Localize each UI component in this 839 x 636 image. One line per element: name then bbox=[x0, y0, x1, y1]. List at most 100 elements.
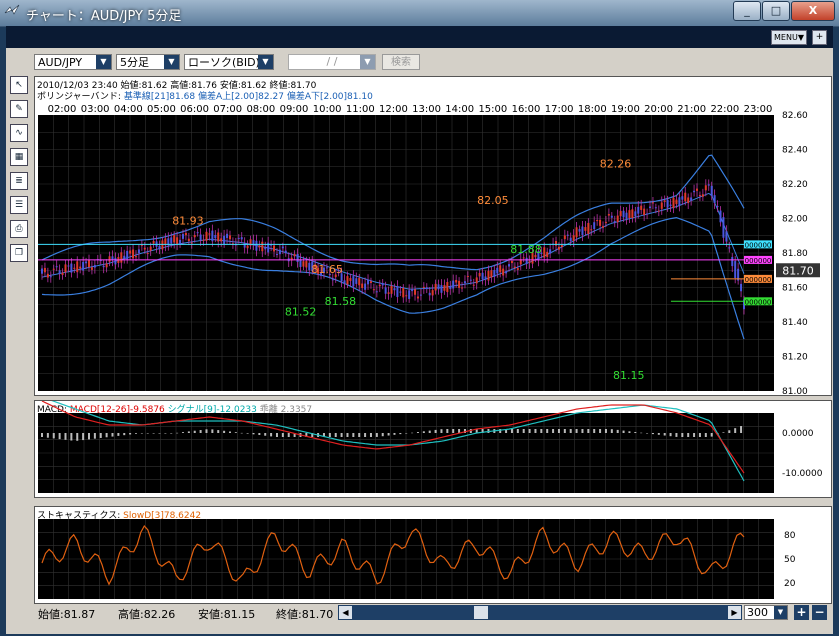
candle bbox=[85, 261, 88, 264]
scroll-thumb[interactable] bbox=[474, 606, 488, 619]
minimize-button[interactable]: _ bbox=[733, 1, 761, 21]
candle bbox=[437, 284, 440, 290]
expand-button[interactable]: + bbox=[812, 30, 827, 45]
candle bbox=[640, 205, 643, 210]
cursor-tool-icon[interactable]: ↖ bbox=[10, 76, 28, 94]
macd-histogram-bar bbox=[199, 430, 202, 433]
candle bbox=[525, 257, 528, 264]
candle bbox=[146, 253, 149, 255]
candle bbox=[563, 235, 566, 240]
macd-histogram-bar bbox=[375, 433, 378, 437]
candle bbox=[361, 283, 364, 288]
y-tick-label: 81.20 bbox=[782, 353, 808, 363]
candle bbox=[669, 204, 672, 206]
candle bbox=[193, 235, 196, 238]
candle bbox=[584, 227, 587, 231]
calendar-icon[interactable]: ▦ bbox=[10, 148, 28, 166]
y-tick-label: 82.00 bbox=[782, 215, 808, 225]
candle bbox=[123, 255, 126, 259]
list-icon[interactable]: ≣ bbox=[10, 172, 28, 190]
x-tick-label: 23:00 bbox=[744, 104, 773, 115]
macd-histogram-bar bbox=[428, 430, 431, 433]
chevron-down-icon: ▼ bbox=[360, 55, 375, 69]
macd-histogram-bar bbox=[604, 429, 607, 433]
line-tag-label: 000000 bbox=[745, 276, 772, 284]
y-tick-label: 82.20 bbox=[782, 180, 808, 190]
candle bbox=[369, 281, 372, 283]
macd-histogram-bar bbox=[657, 433, 660, 435]
y-tick-label: -10.0000 bbox=[782, 469, 823, 479]
candle bbox=[132, 249, 135, 259]
candle bbox=[82, 261, 85, 271]
macd-histogram-bar bbox=[663, 433, 666, 436]
candle bbox=[331, 279, 334, 281]
date-input[interactable]: / / ▼ bbox=[288, 54, 376, 70]
zoom-out-button[interactable]: − bbox=[812, 605, 827, 620]
maximize-button[interactable]: □ bbox=[762, 1, 790, 21]
chart-scrollbar[interactable]: ◀ ▶ bbox=[338, 605, 742, 620]
x-tick-label: 10:00 bbox=[313, 104, 342, 115]
candle bbox=[137, 249, 140, 254]
current-price-label: 81.70 bbox=[782, 264, 814, 277]
fibonacci-icon[interactable]: ∿ bbox=[10, 124, 28, 142]
timeframe-select[interactable]: 5分足 ▼ bbox=[116, 54, 180, 70]
low-value: 安値:81.15 bbox=[198, 608, 256, 621]
candle bbox=[416, 296, 419, 299]
scroll-left-icon[interactable]: ◀ bbox=[339, 606, 352, 619]
macd-histogram-bar bbox=[452, 429, 455, 433]
candle bbox=[308, 262, 311, 271]
x-tick-label: 16:00 bbox=[512, 104, 541, 115]
macd-histogram-bar bbox=[710, 433, 713, 437]
chart-type-select[interactable]: ローソク(BID) ▼ bbox=[184, 54, 274, 70]
candle bbox=[546, 251, 549, 257]
pencil-icon[interactable]: ✎ bbox=[10, 100, 28, 118]
line-tag-label: 000000 bbox=[745, 298, 772, 306]
candle bbox=[396, 286, 399, 298]
macd-histogram-bar bbox=[217, 430, 220, 433]
macd-chart[interactable]: 0.0000 -10.0000 bbox=[35, 401, 831, 497]
candle bbox=[43, 267, 46, 273]
candle bbox=[455, 279, 458, 283]
timeframe-value: 5分足 bbox=[120, 56, 149, 69]
candle bbox=[284, 250, 287, 254]
symbol-value: AUD/JPY bbox=[38, 56, 83, 69]
candle bbox=[387, 292, 390, 294]
notes-icon[interactable]: ☰ bbox=[10, 196, 28, 214]
candle bbox=[158, 245, 161, 249]
candle bbox=[557, 246, 560, 250]
x-tick-label: 02:00 bbox=[48, 104, 77, 115]
price-annotation: 82.05 bbox=[477, 194, 509, 207]
x-tick-label: 09:00 bbox=[280, 104, 309, 115]
candle bbox=[352, 276, 355, 287]
window-icon[interactable]: ❐ bbox=[10, 244, 28, 262]
macd-histogram-bar bbox=[416, 432, 419, 433]
stochastics-panel: ストキャスティクス: SlowD[3]78.6242 80 50 20 bbox=[34, 506, 832, 604]
candle bbox=[602, 226, 605, 228]
price-chart[interactable]: 02:00 03:00 04:00 05:00 06:00 07:00 08:00 09:00… bbox=[35, 77, 831, 395]
search-button[interactable]: 検索 bbox=[382, 54, 420, 70]
candle bbox=[202, 239, 205, 241]
candle bbox=[560, 244, 563, 248]
candle bbox=[358, 278, 361, 286]
menu-button[interactable]: MENU▼ bbox=[771, 30, 807, 45]
scroll-right-icon[interactable]: ▶ bbox=[728, 606, 741, 619]
print-icon[interactable]: ⎙ bbox=[10, 220, 28, 238]
bar-count-select[interactable]: 300 ▼ bbox=[744, 605, 788, 620]
candle bbox=[76, 261, 79, 273]
candle bbox=[660, 202, 663, 209]
zoom-in-button[interactable]: + bbox=[794, 605, 809, 620]
macd-histogram-bar bbox=[70, 433, 73, 441]
candle bbox=[461, 287, 464, 289]
candle bbox=[173, 235, 176, 243]
candle bbox=[616, 215, 619, 223]
symbol-select[interactable]: AUD/JPY ▼ bbox=[34, 54, 112, 70]
status-bar: 始値:81.87 高値:82.26 安値:81.15 終値:81.70 ◀ ▶ … bbox=[34, 604, 833, 622]
close-button[interactable]: X bbox=[791, 1, 835, 21]
candle bbox=[587, 222, 590, 234]
candle bbox=[466, 275, 469, 277]
candle bbox=[214, 235, 217, 239]
stochastics-chart[interactable]: 80 50 20 bbox=[35, 507, 831, 603]
candle bbox=[625, 212, 628, 219]
candle bbox=[161, 240, 164, 250]
candle bbox=[446, 282, 449, 293]
